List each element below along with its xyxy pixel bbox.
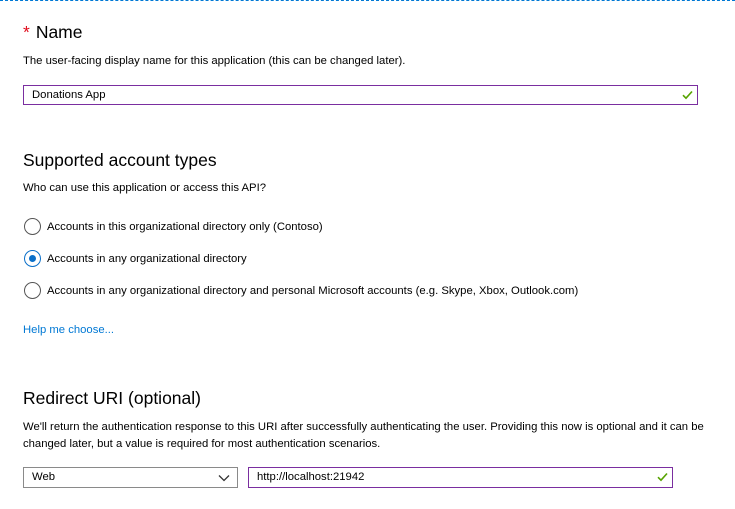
- radio-button-selected[interactable]: [24, 250, 41, 267]
- name-input-value[interactable]: Donations App: [32, 88, 106, 103]
- platform-dropdown[interactable]: Web: [23, 467, 238, 488]
- chevron-down-icon[interactable]: [218, 474, 230, 482]
- redirect-uri-title: Redirect URI (optional): [23, 388, 201, 408]
- name-input[interactable]: Donations App: [23, 85, 698, 105]
- name-title-text: Name: [35, 22, 83, 42]
- platform-selected-value[interactable]: Web: [32, 470, 55, 485]
- radio-label[interactable]: Accounts in any organizational directory: [47, 251, 247, 267]
- required-marker: *: [23, 22, 30, 42]
- top-divider: [0, 0, 735, 1]
- check-icon: [682, 90, 693, 100]
- name-section-title: * Name: [23, 21, 83, 43]
- account-types-question: Who can use this application or access t…: [23, 182, 267, 194]
- radio-label[interactable]: Accounts in this organizational director…: [47, 219, 323, 235]
- radio-button[interactable]: [24, 282, 41, 299]
- account-types-title: Supported account types: [23, 150, 217, 170]
- redirect-uri-value[interactable]: http://localhost:21942: [257, 470, 364, 485]
- help-me-choose-link[interactable]: Help me choose...: [23, 322, 114, 338]
- radio-label[interactable]: Accounts in any organizational directory…: [47, 283, 578, 299]
- redirect-uri-input[interactable]: http://localhost:21942: [248, 467, 673, 488]
- name-description: The user-facing display name for this ap…: [23, 55, 406, 67]
- radio-button[interactable]: [24, 218, 41, 235]
- check-icon: [657, 472, 668, 482]
- redirect-uri-description: We'll return the authentication response…: [23, 421, 704, 450]
